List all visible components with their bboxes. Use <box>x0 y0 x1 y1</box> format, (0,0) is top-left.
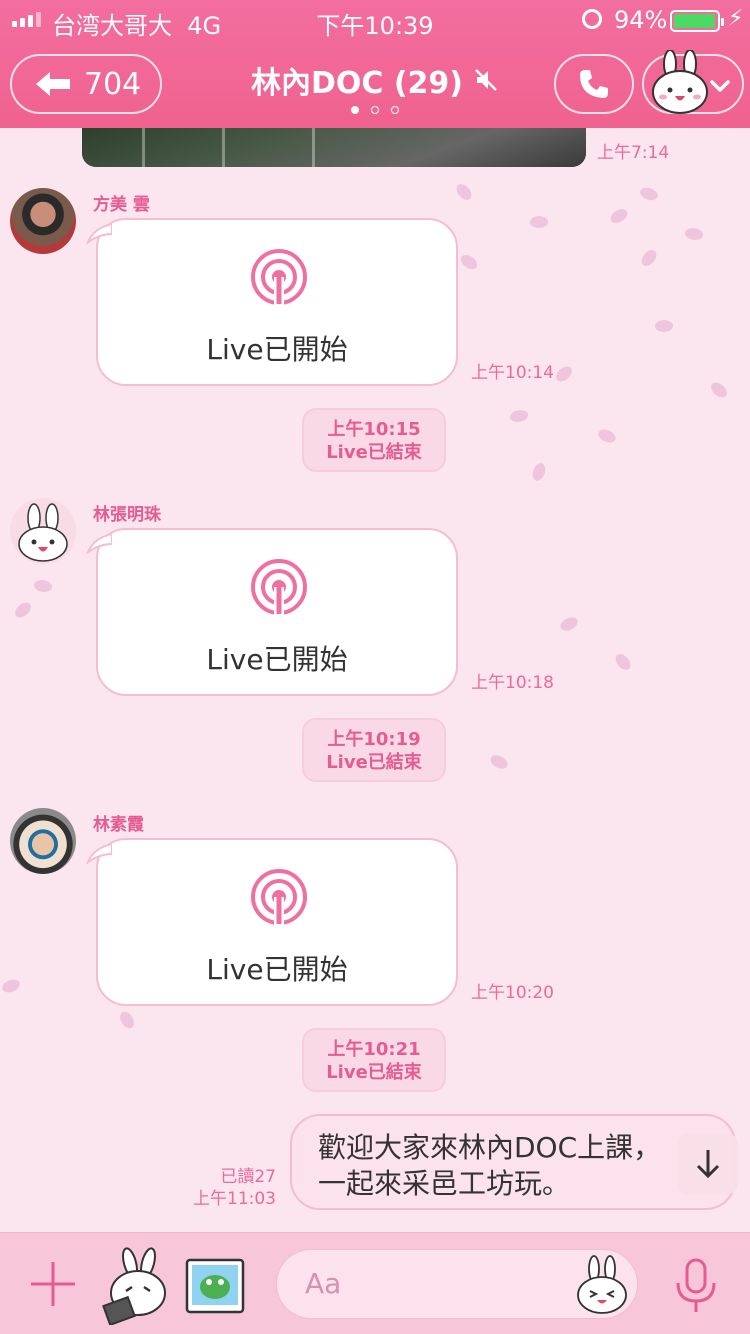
system-note: 上午10:21 Live已結束 <box>302 1028 446 1092</box>
arrow-down-icon <box>696 1150 720 1179</box>
back-arrow-icon <box>36 72 70 96</box>
live-icon <box>251 559 307 616</box>
petal-decoration <box>488 751 510 773</box>
petal-decoration <box>454 181 474 203</box>
my-message-bubble[interactable]: 歡迎大家來林內DOC上課， 一起來采邑工坊玩。 <box>290 1114 736 1210</box>
petal-decoration <box>118 1009 136 1031</box>
system-note-time: 上午10:21 <box>327 1039 421 1060</box>
my-message-line: 一起來采邑工坊玩。 <box>318 1167 571 1200</box>
bubble-tail <box>86 222 112 245</box>
petal-decoration <box>529 461 549 483</box>
avatar[interactable] <box>10 188 76 254</box>
back-button[interactable]: 704 <box>10 54 162 114</box>
mic-icon[interactable] <box>670 1257 722 1315</box>
petal-decoration <box>638 184 660 204</box>
system-note: 上午10:19 Live已結束 <box>302 718 446 782</box>
status-bar: 台湾大哥大 4G 下午10:39 94% ⚡ <box>0 0 750 40</box>
plus-icon[interactable] <box>28 1259 78 1309</box>
petal-decoration <box>683 225 705 243</box>
live-card-label: Live已開始 <box>206 953 348 986</box>
system-note-text: Live已結束 <box>326 442 422 463</box>
message-time: 上午7:14 <box>597 143 670 163</box>
my-message-line: 歡迎大家來林內DOC上課， <box>318 1131 662 1164</box>
bubble-tail <box>86 842 112 865</box>
live-icon <box>251 249 307 306</box>
live-icon <box>251 869 307 926</box>
live-card[interactable]: Live已開始 <box>86 528 458 696</box>
photo-icon[interactable] <box>184 1257 246 1315</box>
bunny-avatar-icon <box>652 50 708 114</box>
petal-decoration <box>638 247 660 269</box>
petal-decoration <box>708 379 730 401</box>
charging-icon: ⚡ <box>728 6 744 31</box>
top-bar: 台湾大哥大 4G 下午10:39 94% ⚡ 704 林內DOC (29) <box>0 0 750 128</box>
video-thumbnail[interactable] <box>82 128 586 167</box>
avatar[interactable] <box>10 808 76 874</box>
message-time: 上午10:18 <box>471 673 554 693</box>
petal-decoration <box>553 364 575 384</box>
petal-decoration <box>32 577 54 595</box>
message-time: 上午11:03 <box>193 1189 276 1209</box>
petal-decoration <box>596 425 618 447</box>
chat-title-area[interactable]: 林內DOC (29) <box>200 58 550 102</box>
petal-decoration <box>1 978 21 994</box>
read-receipt: 已讀27 上午11:03 <box>176 1166 276 1210</box>
petal-decoration <box>529 214 549 230</box>
alarm-icon <box>582 9 602 29</box>
read-count: 已讀27 <box>220 1167 276 1187</box>
sender-name: 林素霞 <box>93 815 144 835</box>
message-time: 上午10:14 <box>471 363 554 383</box>
emoji-icon[interactable] <box>574 1255 630 1315</box>
unread-count: 704 <box>84 66 142 102</box>
system-note-time: 上午10:15 <box>327 419 421 440</box>
system-note: 上午10:15 Live已結束 <box>302 408 446 472</box>
petal-decoration <box>613 651 633 673</box>
petal-decoration <box>510 410 528 422</box>
page-indicator <box>0 106 750 114</box>
scroll-to-bottom-button[interactable] <box>678 1134 738 1194</box>
chevron-down-icon <box>710 80 730 92</box>
system-note-text: Live已結束 <box>326 1062 422 1083</box>
message-time: 上午10:20 <box>471 983 554 1003</box>
live-card[interactable]: Live已開始 <box>86 838 458 1006</box>
call-button[interactable] <box>554 54 634 114</box>
petal-decoration <box>654 318 674 334</box>
petal-decoration <box>608 207 630 225</box>
phone-icon <box>580 70 608 98</box>
petal-decoration <box>458 251 480 273</box>
bubble-tail <box>86 532 112 555</box>
sender-name: 林張明珠 <box>93 505 161 525</box>
petal-decoration <box>12 600 34 620</box>
bunny-avatar-icon <box>18 503 68 562</box>
chat-title: 林內DOC (29) <box>250 66 464 101</box>
petal-decoration <box>558 615 580 633</box>
input-bar: Aa <box>0 1232 750 1334</box>
mute-icon <box>475 69 497 91</box>
live-card-label: Live已開始 <box>206 643 348 676</box>
battery-icon <box>670 10 724 32</box>
battery-percent: 94% <box>614 6 668 34</box>
avatar[interactable] <box>10 498 76 564</box>
sticker-icon[interactable] <box>100 1247 172 1325</box>
battery-fill <box>674 14 716 28</box>
live-card[interactable]: Live已開始 <box>86 218 458 386</box>
live-card-label: Live已開始 <box>206 333 348 366</box>
chat-area[interactable]: 上午7:14 方美 雲 Live已開始 上午10:14 上午10:15 Live… <box>0 128 750 1232</box>
chat-menu-button[interactable] <box>642 50 744 114</box>
system-note-time: 上午10:19 <box>327 729 421 750</box>
system-note-text: Live已結束 <box>326 752 422 773</box>
sender-name: 方美 雲 <box>93 195 150 215</box>
